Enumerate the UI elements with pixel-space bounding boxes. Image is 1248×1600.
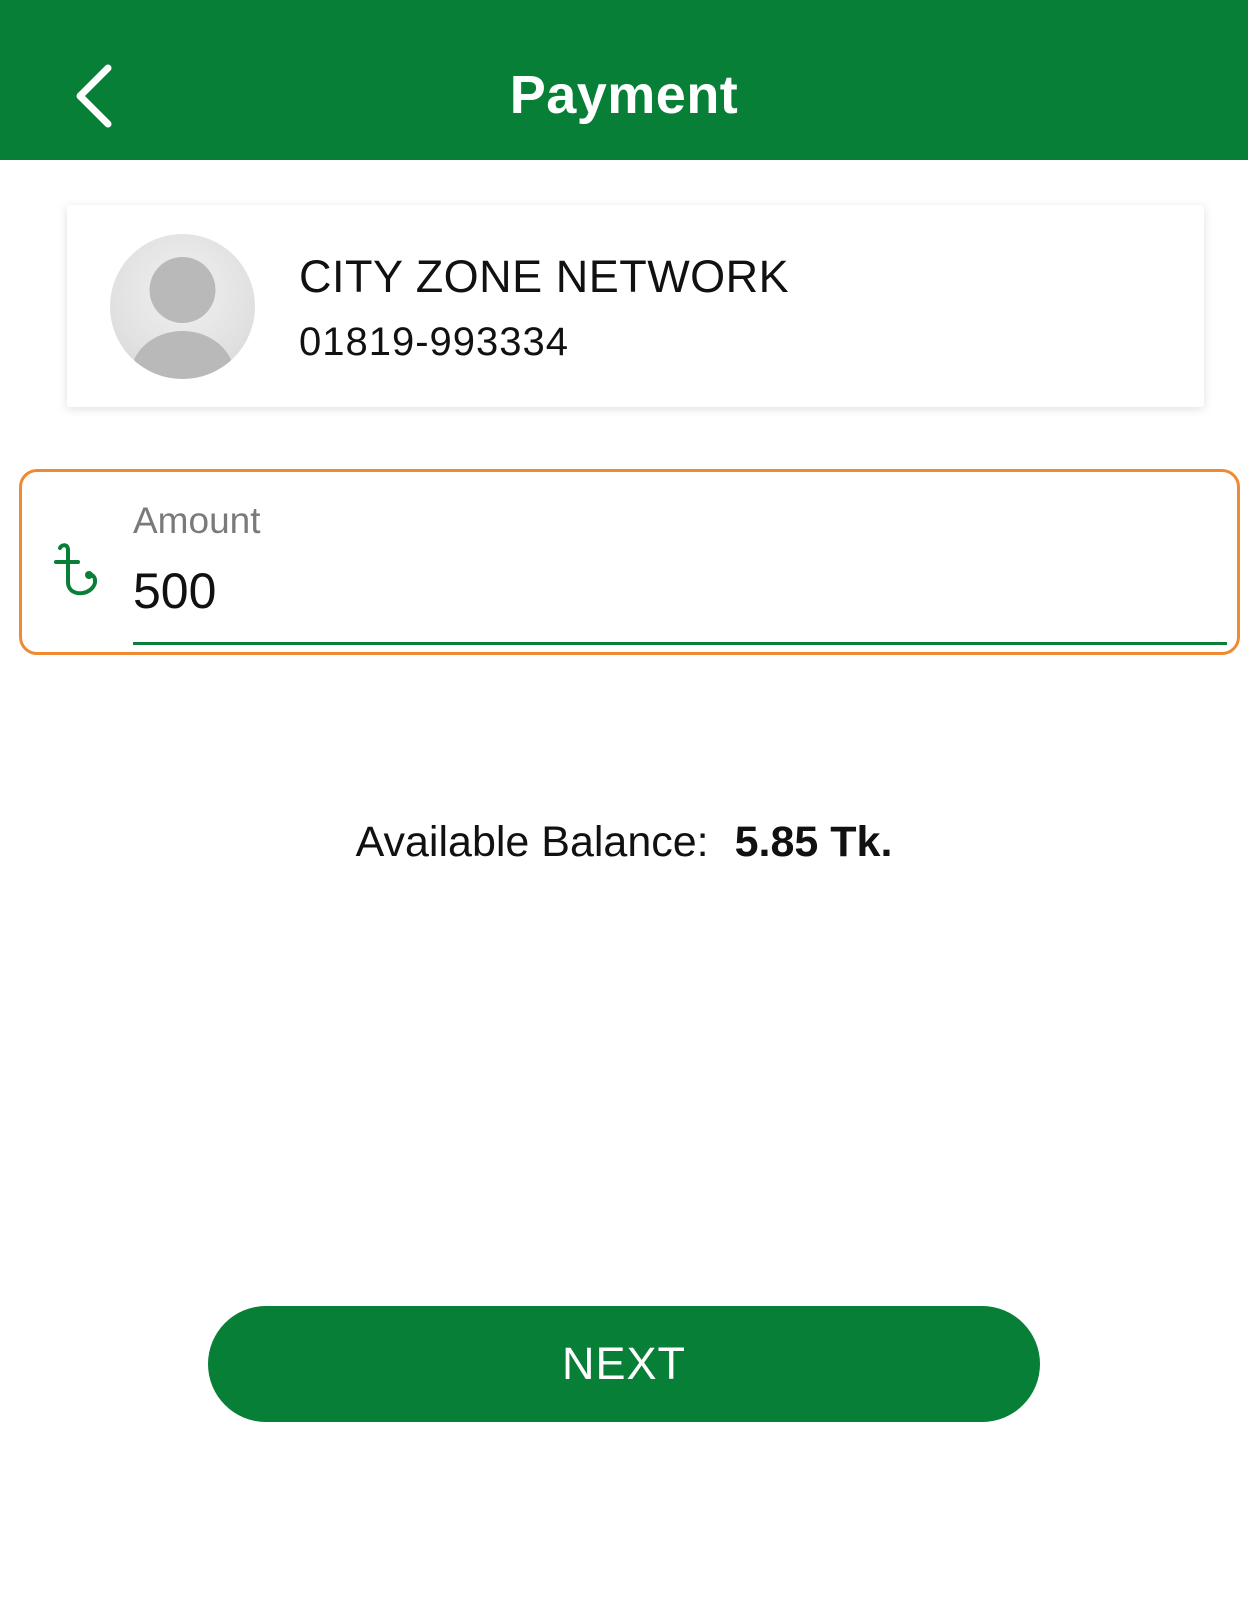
balance-label: Available Balance: bbox=[355, 818, 709, 866]
next-button[interactable]: NEXT bbox=[208, 1306, 1040, 1422]
balance-value: 5.85 Tk. bbox=[734, 818, 893, 866]
recipient-card: CITY ZONE NETWORK 01819-993334 bbox=[67, 205, 1204, 407]
recipient-name: CITY ZONE NETWORK bbox=[299, 251, 790, 302]
available-balance: Available Balance: 5.85 Tk. bbox=[0, 814, 1248, 870]
page-title: Payment bbox=[509, 65, 739, 125]
recipient-phone: 01819-993334 bbox=[299, 320, 570, 364]
app-header: Payment bbox=[0, 0, 1248, 160]
taka-icon bbox=[52, 540, 102, 600]
amount-underline bbox=[133, 642, 1227, 645]
amount-input[interactable] bbox=[133, 556, 1223, 626]
amount-label: Amount bbox=[133, 500, 261, 541]
amount-field-container[interactable]: Amount bbox=[19, 469, 1240, 655]
user-avatar-icon bbox=[110, 234, 255, 379]
